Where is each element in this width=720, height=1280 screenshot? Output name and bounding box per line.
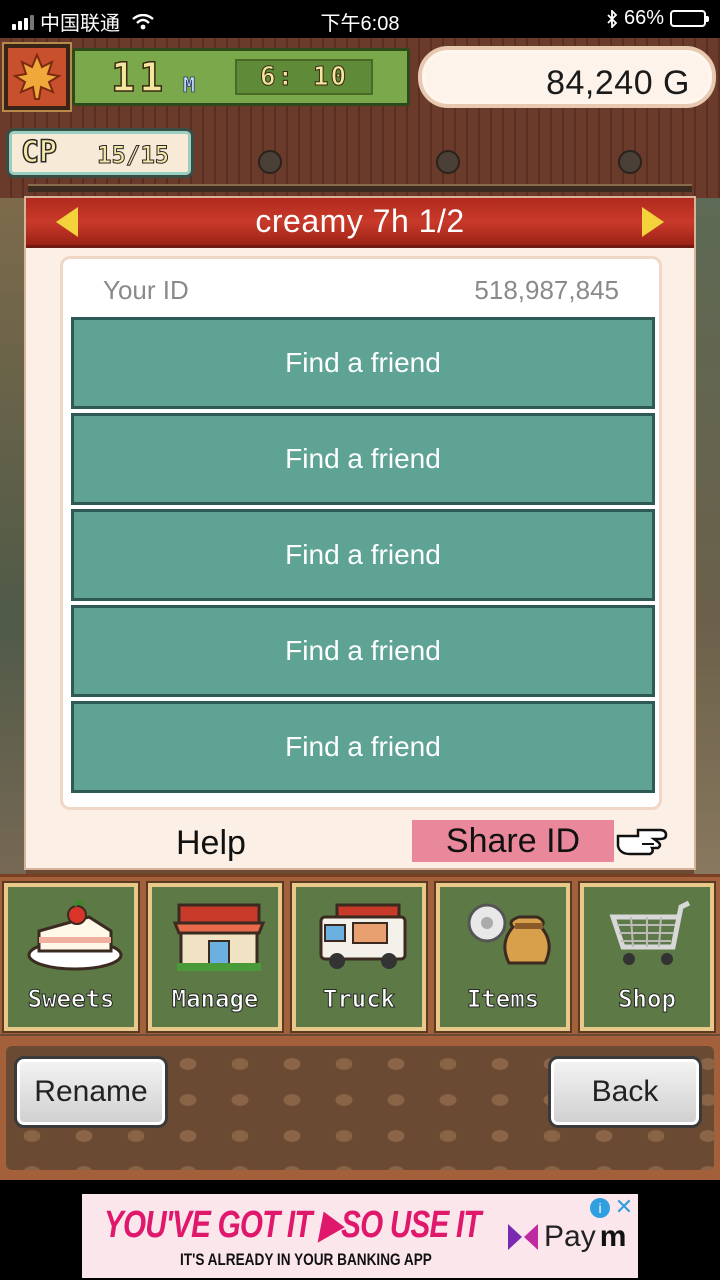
lower-area: Rename Back <box>0 1036 720 1180</box>
ad-brand-name: Pay <box>544 1220 596 1253</box>
battery-percent: 66% <box>623 7 664 29</box>
lamp-icon <box>436 150 460 174</box>
scene-right-strip <box>694 198 720 898</box>
find-friend-button[interactable]: Find a friend <box>71 509 655 601</box>
maple-leaf-icon <box>12 52 62 100</box>
your-id-value: 518,987,845 <box>474 275 619 305</box>
prev-page-arrow-icon[interactable] <box>56 207 78 237</box>
find-friend-button[interactable]: Find a friend <box>71 701 655 793</box>
cp-panel: CP 15/15 <box>6 128 194 178</box>
date-panel: 11 M 6: 10 <box>72 48 410 106</box>
gold-panel: 84,240 G <box>418 46 716 108</box>
ad-area: YOU'VE GOT IT ▶SO USE IT IT'S ALREADY IN… <box>0 1180 720 1280</box>
ad-brand-suffix: m <box>599 1220 627 1253</box>
pointing-hand-icon <box>616 828 668 856</box>
cp-value: 15/15 <box>96 141 170 170</box>
battery-icon <box>670 10 709 27</box>
rename-button[interactable]: Rename <box>14 1056 168 1128</box>
food-truck-icon <box>319 903 407 969</box>
share-id-button[interactable]: Share ID <box>412 820 614 862</box>
menu-shop-label: Shop <box>618 985 677 1014</box>
menu-shop-button[interactable]: Shop <box>578 881 716 1033</box>
menu-sweets-button[interactable]: Sweets <box>2 881 140 1033</box>
ad-info-icon[interactable]: i <box>590 1198 610 1218</box>
items-bag-icon <box>467 903 551 965</box>
game-clock: 6: 10 <box>235 59 373 95</box>
back-button[interactable]: Back <box>548 1056 702 1128</box>
ad-brand: Pay m <box>506 1220 626 1254</box>
menu-truck-label: Truck <box>322 985 396 1014</box>
ad-close-icon[interactable]: ✕ <box>614 1196 634 1218</box>
find-friend-button[interactable]: Find a friend <box>71 605 655 697</box>
your-id-row: Your ID 518,987,845 <box>103 275 619 306</box>
menu-sweets-label: Sweets <box>27 985 115 1014</box>
paym-logo-icon <box>508 1224 538 1250</box>
menu-manage-label: Manage <box>171 985 259 1014</box>
friends-dialog: creamy 7h 1/2 Your ID 518,987,845 Find a… <box>24 196 696 870</box>
cp-label: CP <box>20 134 58 171</box>
dialog-footer: Help Share ID <box>26 814 694 870</box>
menu-items-button[interactable]: Items <box>434 881 572 1033</box>
main-menu-bar: Sweets Manage Truck Items Shop <box>0 874 720 1034</box>
your-id-label: Your ID <box>103 275 189 305</box>
lamp-icon <box>618 150 642 174</box>
find-friend-button[interactable]: Find a friend <box>71 317 655 409</box>
menu-manage-button[interactable]: Manage <box>146 881 284 1033</box>
gold-amount: 84,240 G <box>546 64 690 102</box>
month-unit: M <box>183 73 196 98</box>
bluetooth-icon <box>607 9 618 28</box>
cake-icon <box>27 898 123 971</box>
season-leaf-badge[interactable] <box>2 42 72 112</box>
find-friend-button[interactable]: Find a friend <box>71 413 655 505</box>
help-link[interactable]: Help <box>176 824 246 863</box>
lamp-icon <box>258 150 282 174</box>
status-right: 66% <box>606 7 709 30</box>
friend-list: Find a friend Find a friend Find a frien… <box>71 317 655 797</box>
scene-left-strip <box>0 198 26 898</box>
menu-truck-button[interactable]: Truck <box>290 881 428 1033</box>
friends-panel: Your ID 518,987,845 Find a friend Find a… <box>60 256 662 810</box>
month-number: 11 <box>110 54 168 102</box>
ad-subline: IT'S ALREADY IN YOUR BANKING APP <box>180 1250 432 1269</box>
next-page-arrow-icon[interactable] <box>642 207 664 237</box>
dialog-title: creamy 7h 1/2 <box>255 203 465 239</box>
ad-headline: YOU'VE GOT IT ▶SO USE IT <box>104 1204 482 1246</box>
shopping-cart-icon <box>609 900 691 965</box>
status-bar: 中国联通 下午6:08 66% <box>0 0 720 38</box>
dialog-header: creamy 7h 1/2 <box>26 198 694 248</box>
ad-banner[interactable]: YOU'VE GOT IT ▶SO USE IT IT'S ALREADY IN… <box>82 1194 638 1278</box>
game-screen: 11 M 6: 10 84,240 G CP 15/15 creamy 7h 1… <box>0 38 720 1180</box>
menu-items-label: Items <box>466 985 540 1014</box>
shop-building-icon <box>172 903 266 971</box>
